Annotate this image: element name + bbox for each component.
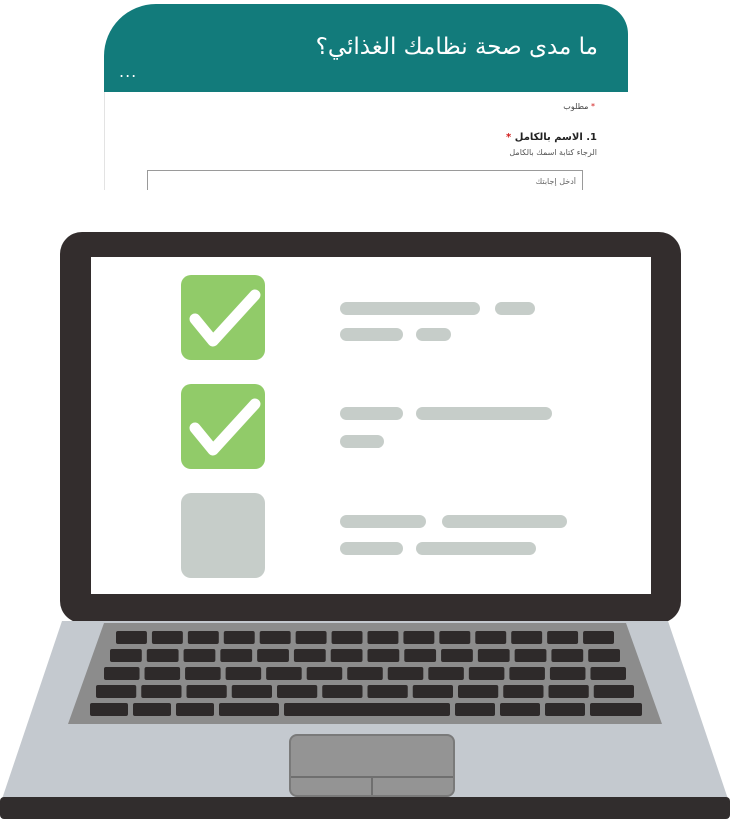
keyboard-key (475, 631, 507, 644)
checklist-line (340, 542, 403, 555)
keyboard-key (277, 685, 318, 698)
keyboard-key (146, 649, 179, 662)
keyboard-key (511, 631, 543, 644)
keyboard-key (439, 631, 471, 644)
keyboard-key (503, 685, 544, 698)
keyboard-key (367, 649, 400, 662)
form-header: ما مدى صحة نظامك الغذائي؟ ... (104, 4, 628, 92)
laptop-screen (91, 257, 651, 594)
keyboard-key (428, 667, 464, 680)
keyboard-key (468, 667, 505, 680)
form-title: ما مدى صحة نظامك الغذائي؟ (315, 34, 598, 60)
keyboard-key (548, 685, 589, 698)
keyboard-key (144, 667, 181, 680)
required-star: * (591, 102, 595, 111)
keyboard-key (593, 685, 634, 698)
keyboard-key (257, 649, 289, 662)
question-hint: الرجاء كتابة اسمك بالكامل (509, 148, 597, 157)
keyboard-key (220, 649, 253, 662)
keyboard-key (551, 649, 584, 662)
keyboard-key (295, 631, 327, 644)
check-icon (189, 289, 261, 347)
keyboard-key (104, 667, 140, 680)
checklist-checkbox-1[interactable] (181, 275, 265, 360)
keyboard-key (322, 685, 363, 698)
keyboard-key (186, 685, 227, 698)
keyboard-key (590, 703, 642, 716)
keyboard-key (141, 685, 182, 698)
keyboard-key (225, 667, 262, 680)
keyboard-key (176, 703, 214, 716)
checklist-line (340, 515, 426, 528)
keyboard-key (330, 649, 363, 662)
keyboard-key (185, 667, 221, 680)
touchpad-divider (371, 776, 373, 795)
keyboard-key (223, 631, 255, 644)
keyboard-key (133, 703, 171, 716)
checklist-line (416, 328, 451, 341)
keyboard-key (588, 649, 620, 662)
more-options-button[interactable]: ... (119, 62, 137, 81)
keyboard-key (458, 685, 499, 698)
required-note: * مطلوب (563, 102, 595, 111)
full-name-input[interactable] (147, 170, 583, 190)
keyboard-key (549, 667, 586, 680)
keyboard-key (96, 685, 137, 698)
checklist-line (340, 302, 480, 315)
keyboard-key (441, 649, 473, 662)
keyboard-key (347, 667, 383, 680)
keyboard-key (590, 667, 626, 680)
question-label-text: 1. الاسم بالكامل (514, 132, 597, 143)
keyboard-key (583, 631, 614, 644)
keyboard-key (284, 703, 450, 716)
checklist-checkbox-2[interactable] (181, 384, 265, 469)
keyboard-key (547, 631, 579, 644)
checklist-line (442, 515, 567, 528)
keyboard-key (509, 667, 545, 680)
keyboard-key (477, 649, 510, 662)
check-icon (189, 398, 261, 456)
keyboard-key (183, 649, 216, 662)
keyboard-key (116, 631, 147, 644)
keyboard-key (306, 667, 343, 680)
keyboard-key (110, 649, 142, 662)
keyboard-key (90, 703, 128, 716)
checklist-line (340, 435, 384, 448)
keyboard-key (412, 685, 453, 698)
keyboard-key (266, 667, 302, 680)
form-body: * مطلوب 1. الاسم بالكامل * الرجاء كتابة … (104, 92, 628, 190)
keyboard-key (187, 631, 219, 644)
question-required-star: * (506, 132, 512, 143)
keyboard-key (219, 703, 279, 716)
keyboard-key (455, 703, 495, 716)
required-note-text: مطلوب (563, 102, 589, 111)
keyboard-key (293, 649, 326, 662)
keyboard-key (331, 631, 363, 644)
keyboard-key (404, 649, 437, 662)
checklist-line (416, 542, 536, 555)
checklist-line (340, 328, 403, 341)
question-label: 1. الاسم بالكامل * (506, 132, 597, 143)
checklist-line (340, 407, 403, 420)
keyboard-key (500, 703, 540, 716)
keyboard-key (367, 685, 408, 698)
keyboard-key (231, 685, 272, 698)
keyboard-key (367, 631, 399, 644)
touchpad[interactable] (289, 734, 455, 797)
keyboard-key (387, 667, 424, 680)
keyboard-key (545, 703, 585, 716)
keyboard-key (259, 631, 291, 644)
checklist-checkbox-3[interactable] (181, 493, 265, 578)
keyboard-key (151, 631, 183, 644)
keyboard-key (514, 649, 547, 662)
checklist-line (495, 302, 535, 315)
checklist-line (416, 407, 552, 420)
keyboard-key (403, 631, 435, 644)
survey-form-card: ما مدى صحة نظامك الغذائي؟ ... * مطلوب 1.… (104, 4, 628, 190)
